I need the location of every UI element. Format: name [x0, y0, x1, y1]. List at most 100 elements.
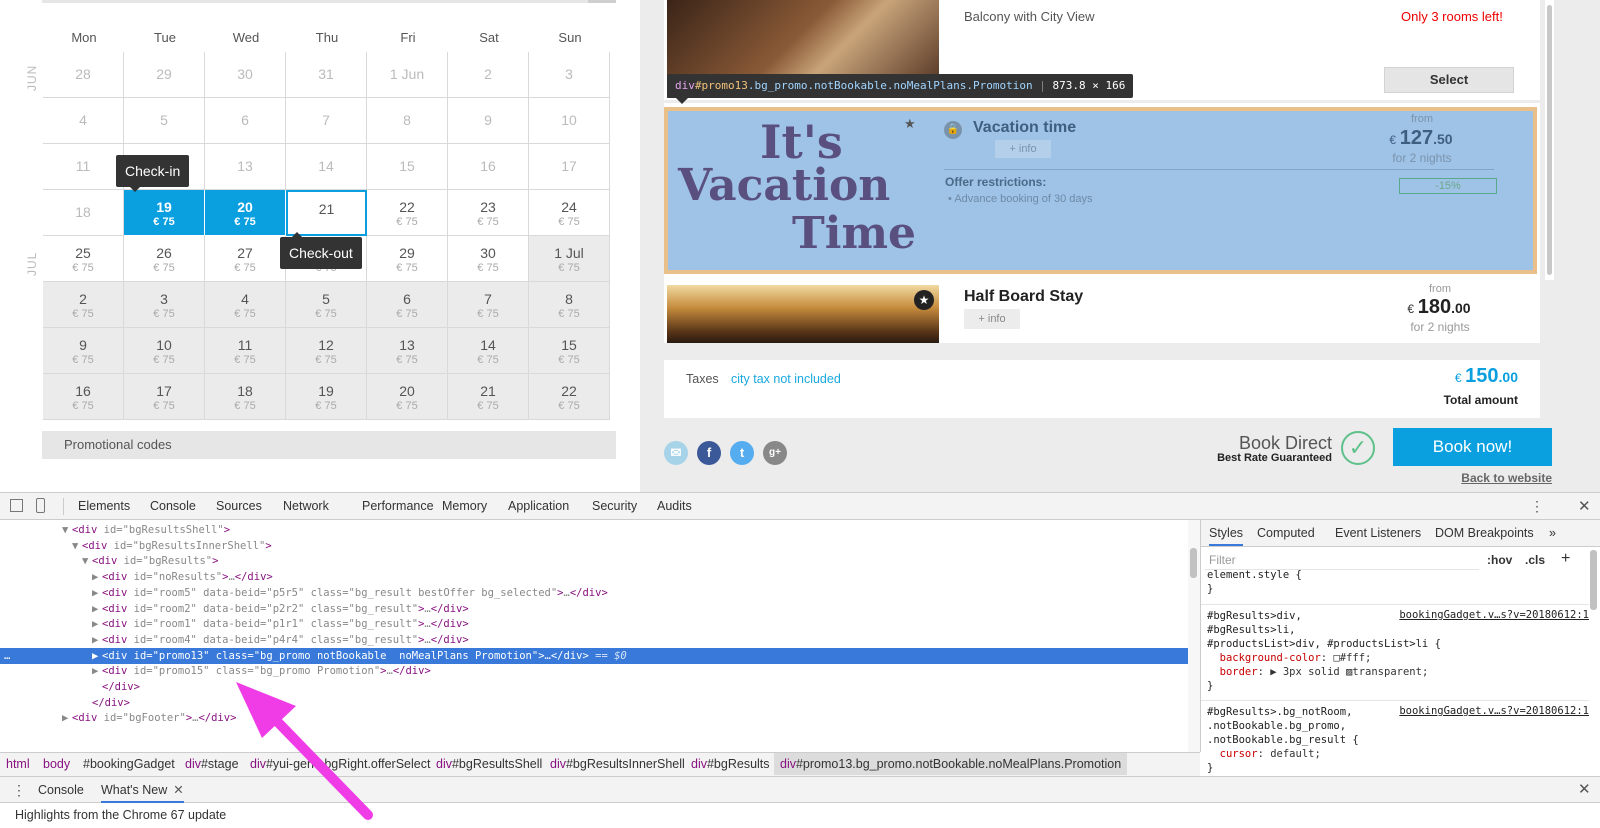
close-drawer-icon[interactable]: ✕ [1578, 777, 1591, 803]
css-declaration[interactable]: border: ▶ 3px solid ▨transparent; [1207, 665, 1429, 679]
devtools-tab-sources[interactable]: Sources [216, 493, 262, 520]
calendar-day[interactable]: 9 € 75 [43, 328, 124, 374]
css-source-link[interactable]: bookingGadget.v…s?v=20180612:1 [1399, 705, 1589, 717]
calendar-day[interactable]: 11 € 75 [205, 328, 286, 374]
googleplus-share-icon[interactable]: g+ [763, 441, 787, 465]
expand-arrow-icon[interactable]: ▶ [92, 585, 98, 601]
calendar-day[interactable]: 10 € 75 [124, 328, 205, 374]
expand-arrow-icon[interactable]: ▶ [92, 601, 98, 617]
drawer-tab-whats-new[interactable]: What's New ✕ [101, 777, 184, 803]
css-selector[interactable]: .notBookable.bg_result { [1207, 733, 1359, 747]
calendar-day[interactable]: 27 € 75 [205, 236, 286, 282]
css-source-link[interactable]: bookingGadget.v…s?v=20180612:1 [1399, 609, 1589, 621]
expand-arrow-icon[interactable]: ▶ [92, 663, 98, 679]
expand-arrow-icon[interactable]: ▶ [92, 616, 98, 632]
dom-node[interactable]: ▼ <div id="bgResults"> [0, 553, 1188, 569]
taxes-value[interactable]: city tax not included [731, 372, 841, 386]
devtools-tab-console[interactable]: Console [150, 493, 196, 520]
close-tab-icon[interactable]: ✕ [173, 783, 183, 797]
drawer-menu-icon[interactable]: ⋮ [12, 777, 26, 803]
calendar-day[interactable]: 2 € 75 [43, 282, 124, 328]
email-share-icon[interactable]: ✉ [664, 441, 688, 465]
dom-node[interactable]: ▶ <div id="noResults">…</div> [0, 569, 1188, 585]
breadcrumb-item[interactable]: div#bgResults [691, 753, 770, 775]
css-selector[interactable]: #productsList>div, #productsList>li { [1207, 637, 1441, 651]
facebook-share-icon[interactable]: f [697, 441, 721, 465]
calendar-day[interactable]: 3 € 75 [124, 282, 205, 328]
calendar-day[interactable]: 21 € 75 [448, 374, 529, 420]
styles-tab[interactable]: » [1549, 520, 1556, 546]
calendar-day[interactable]: 29 € 75 [367, 236, 448, 282]
css-selector[interactable]: element.style { [1207, 568, 1302, 582]
expand-arrow-icon[interactable]: ▶ [62, 710, 68, 726]
dom-node[interactable]: ▶ <div id="room2" data-beid="p2r2" class=… [0, 601, 1188, 617]
favorite-star-icon[interactable]: ★ [914, 290, 934, 310]
expand-arrow-icon[interactable]: ▼ [62, 522, 68, 538]
breadcrumb-item[interactable]: div#bgResultsShell [436, 753, 542, 775]
calendar-day[interactable]: 16 € 75 [43, 374, 124, 420]
css-selector[interactable]: } [1207, 582, 1213, 596]
dom-node[interactable]: ▶ <div id="room4" data-beid="p4r4" class=… [0, 632, 1188, 648]
device-toolbar-icon[interactable] [36, 498, 45, 513]
devtools-tab-elements[interactable]: Elements [78, 493, 131, 522]
calendar-day[interactable]: 8 € 75 [529, 282, 610, 328]
more-options-icon[interactable]: ⋮ [1530, 498, 1544, 515]
breadcrumb-item[interactable]: div#stage [185, 753, 239, 775]
dom-scrollbar[interactable] [1188, 520, 1200, 752]
calendar-day[interactable]: 20 € 75 [205, 190, 286, 236]
twitter-share-icon[interactable]: t [730, 441, 754, 465]
breadcrumb-item[interactable]: div#bgResultsInnerShell [550, 753, 685, 775]
styles-tab[interactable]: DOM Breakpoints [1435, 520, 1534, 546]
calendar-day[interactable]: 25 € 75 [43, 236, 124, 282]
css-rule[interactable]: element.style {} [1201, 564, 1589, 598]
calendar-day[interactable]: 24 € 75 [529, 190, 610, 236]
css-rule[interactable]: #bgResults>div, #bgResults>li, #productsLi… [1201, 604, 1589, 695]
calendar-day[interactable]: 22 € 75 [529, 374, 610, 420]
calendar-day[interactable]: 7 € 75 [448, 282, 529, 328]
css-selector[interactable]: #bgResults>.bg_notRoom, [1207, 705, 1352, 719]
promotional-codes-toggle[interactable]: Promotional codes [42, 431, 616, 459]
calendar-day[interactable]: 1 Jul € 75 [529, 236, 610, 282]
dom-node[interactable]: ▶ <div id="bgFooter">…</div> [0, 710, 1188, 726]
dom-node[interactable]: ▶ <div id="promo15" class="bg_promo Promo… [0, 663, 1188, 679]
devtools-tab-security[interactable]: Security [592, 493, 637, 520]
dom-node[interactable]: </div> [0, 695, 1188, 711]
dom-node[interactable]: ▼ <div id="bgResultsInnerShell"> [0, 538, 1188, 554]
styles-tab[interactable]: Event Listeners [1335, 520, 1421, 546]
breadcrumb-item[interactable]: div#yui-gen6.bgRight.offerSelect [250, 753, 430, 775]
devtools-tab-application[interactable]: Application [508, 493, 569, 520]
css-declaration[interactable]: cursor: default; [1207, 747, 1321, 761]
drawer-tab-console[interactable]: Console [38, 777, 84, 803]
breadcrumb-item[interactable]: body [43, 753, 70, 775]
dom-node-selected[interactable]: … ▶ <div id="promo13" class="bg_promo notB… [0, 647, 1188, 664]
calendar-day[interactable]: 19 € 75 [286, 374, 367, 420]
calendar-day[interactable]: 19 € 75 [124, 190, 205, 236]
calendar-day[interactable]: 14 € 75 [448, 328, 529, 374]
calendar-day[interactable]: 12 € 75 [286, 328, 367, 374]
devtools-tab-audits[interactable]: Audits [657, 493, 692, 520]
calendar-day[interactable]: 23 € 75 [448, 190, 529, 236]
half-board-photo[interactable] [667, 285, 939, 343]
select-button[interactable]: Select [1384, 67, 1514, 93]
inspect-element-icon[interactable] [10, 499, 23, 512]
calendar-day[interactable]: 18 € 75 [205, 374, 286, 420]
calendar-day[interactable]: 17 € 75 [124, 374, 205, 420]
promo-star-icon[interactable]: ★ [904, 116, 916, 132]
devtools-tab-performance[interactable]: Performance [362, 493, 434, 520]
calendar-day[interactable]: 5 € 75 [286, 282, 367, 328]
calendar-day[interactable]: 26 € 75 [124, 236, 205, 282]
close-devtools-icon[interactable]: ✕ [1578, 497, 1591, 515]
promo-info-button[interactable]: + info [995, 140, 1051, 158]
breadcrumb-item[interactable]: html [6, 753, 30, 775]
expand-arrow-icon[interactable]: ▼ [82, 553, 88, 569]
calendar-day[interactable]: 20 € 75 [367, 374, 448, 420]
calendar-day[interactable]: 21 [286, 190, 367, 236]
css-rule[interactable]: #bgResults>.bg_notRoom, .notBookable.bg_p… [1201, 700, 1589, 777]
devtools-tab-network[interactable]: Network [283, 493, 329, 520]
css-selector[interactable]: } [1207, 761, 1213, 775]
dom-node[interactable]: ▶ <div id="room5" data-beid="p5r5" class=… [0, 585, 1188, 601]
css-selector[interactable]: .notBookable.bg_promo, [1207, 719, 1346, 733]
expand-arrow-icon[interactable]: ▶ [92, 648, 98, 664]
styles-scrollbar[interactable] [1590, 550, 1597, 610]
calendar-nav-button[interactable] [588, 0, 616, 3]
